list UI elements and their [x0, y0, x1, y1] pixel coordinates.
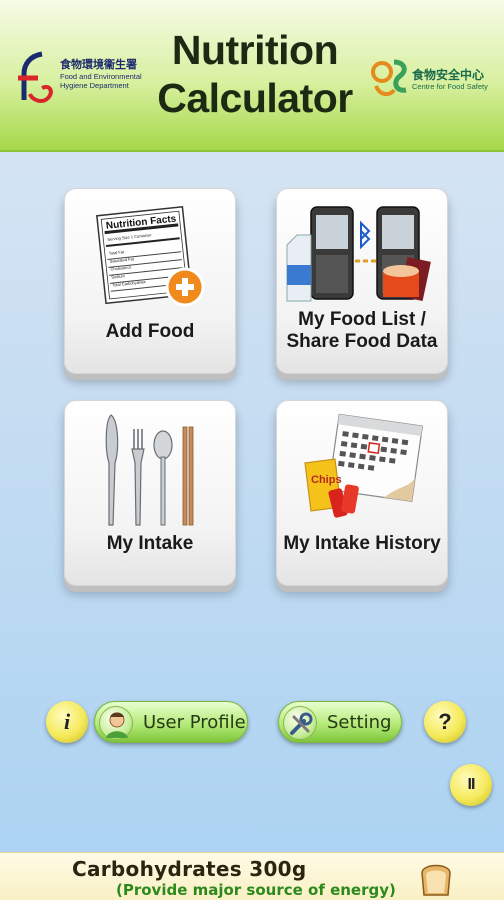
my-food-list-tile[interactable]: My Food List / Share Food Data — [276, 188, 448, 374]
cfs-logo: 食物安全中心 Centre for Food Safety — [368, 56, 498, 100]
info-button[interactable]: i — [46, 701, 88, 743]
info-icon: i — [63, 709, 71, 734]
bread-icon — [421, 864, 451, 896]
cfs-logo-en: Centre for Food Safety — [412, 82, 488, 91]
setting-label: Setting — [327, 712, 392, 733]
fehd-logo-en: Food and Environmental Hygiene Departmen… — [60, 72, 142, 90]
user-profile-label: User Profile — [143, 712, 246, 733]
add-food-tile[interactable]: Nutrition Facts Serving Size 1 Container… — [64, 188, 236, 374]
my-intake-history-tile[interactable]: Chips My Intake History — [276, 400, 448, 586]
my-food-list-label-line2: Share Food Data — [286, 331, 438, 352]
help-icon: ? — [438, 709, 452, 734]
setting-button[interactable]: Setting — [278, 701, 402, 743]
cutlery-icon — [105, 414, 194, 526]
fehd-logo: 食物環境衞生署 Food and Environmental Hygiene D… — [12, 48, 144, 110]
my-food-list-label: My Food List / Share Food Data — [277, 309, 447, 353]
calendar-snacks-icon: Chips — [304, 413, 424, 518]
phones-bluetooth-icon — [286, 206, 431, 302]
title-line-1: Nutrition — [171, 27, 339, 73]
cfs-logo-icon — [371, 59, 407, 97]
fehd-logo-icon — [18, 51, 53, 103]
my-intake-history-label: My Intake History — [283, 533, 441, 554]
pause-icon: II — [467, 776, 476, 793]
settings-tools-icon — [283, 706, 317, 740]
pause-button[interactable]: II — [450, 764, 492, 806]
cfs-logo-zh: 食物安全中心 — [412, 68, 485, 82]
nutrition-label-add-icon: Nutrition Facts Serving Size 1 Container… — [96, 206, 205, 307]
page-title: Nutrition Calculator — [150, 26, 360, 122]
banner-main-text: Carbohydrates 300g — [72, 857, 307, 881]
my-food-list-label-line1: My Food List / — [298, 309, 426, 330]
help-button[interactable]: ? — [424, 701, 466, 743]
banner-sub-text: (Provide major source of energy) — [116, 881, 396, 899]
user-profile-button[interactable]: User Profile — [94, 701, 248, 743]
my-intake-tile[interactable]: My Intake — [64, 400, 236, 586]
user-icon — [99, 706, 133, 740]
fehd-logo-zh: 食物環境衞生署 — [60, 59, 137, 71]
app-header: 食物環境衞生署 Food and Environmental Hygiene D… — [0, 0, 504, 152]
my-intake-label: My Intake — [106, 533, 194, 554]
add-food-label: Add Food — [105, 321, 195, 342]
title-line-2: Calculator — [157, 75, 353, 121]
nutrition-tip-banner: Carbohydrates 300g (Provide major source… — [0, 852, 504, 900]
snack-bag-label: Chips — [311, 474, 342, 486]
